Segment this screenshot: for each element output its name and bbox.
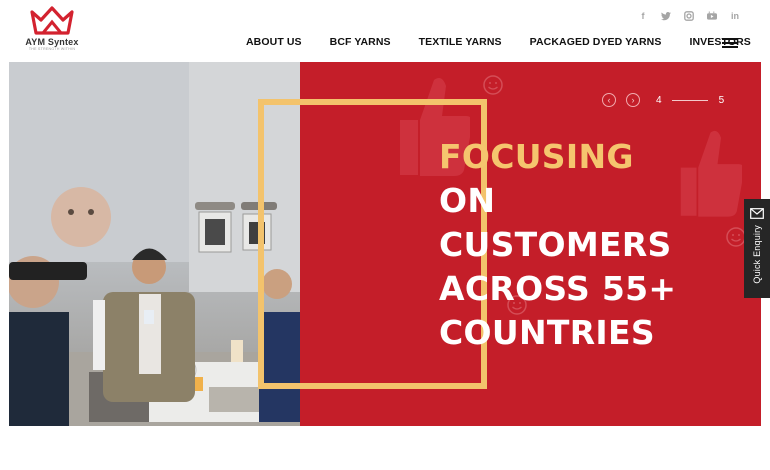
hero-headline-line-1: FOCUSING <box>439 137 634 176</box>
nav-packaged-dyed-yarns[interactable]: PACKAGED DYED YARNS <box>530 36 662 48</box>
hero-headline-line-2: ON <box>439 181 496 220</box>
hero-slider: ‹ › 4 5 FOCUSING ON CUSTOMERS ACROSS 55+… <box>9 62 761 426</box>
slider-prev-button[interactable]: ‹ <box>602 93 616 107</box>
brand-name: AYM Syntex <box>25 37 79 47</box>
brand-tagline: THE STRENGTH WITHIN <box>28 47 76 51</box>
slider-controls: ‹ › 4 5 <box>602 93 724 107</box>
nav-investors[interactable]: INVESTORS <box>689 36 750 48</box>
quick-enquiry-label: Quick Enquiry <box>752 225 762 284</box>
smiley-decor-icon <box>483 75 503 95</box>
nav-bcf-yarns[interactable]: BCF YARNS <box>330 36 391 48</box>
social-links: f in <box>638 11 740 21</box>
envelope-icon <box>750 208 764 219</box>
quick-enquiry-tab[interactable]: Quick Enquiry <box>744 199 770 298</box>
slide-progress-line <box>671 99 708 101</box>
brand-logo[interactable]: AYM Syntex THE STRENGTH WITHIN <box>24 6 80 60</box>
twitter-icon[interactable] <box>661 11 671 21</box>
nav-about-us[interactable]: ABOUT US <box>246 36 302 48</box>
slide-total-number: 5 <box>718 94 725 106</box>
youtube-icon[interactable] <box>707 11 717 21</box>
slider-next-button[interactable]: › <box>626 93 640 107</box>
crown-logo-icon <box>30 6 74 35</box>
main-nav: ABOUT US BCF YARNS TEXTILE YARNS PACKAGE… <box>246 36 751 48</box>
linkedin-icon[interactable]: in <box>730 11 740 21</box>
hero-headline-line-3: CUSTOMERS <box>439 225 672 264</box>
hero-photo <box>9 62 300 426</box>
thumbs-up-decor-icon <box>680 130 742 217</box>
hero-headline: FOCUSING ON CUSTOMERS ACROSS 55+ COUNTRI… <box>439 135 676 355</box>
hero-headline-line-5: COUNTRIES <box>439 313 655 352</box>
hamburger-menu-icon[interactable] <box>722 38 738 48</box>
nav-textile-yarns[interactable]: TEXTILE YARNS <box>419 36 502 48</box>
facebook-icon[interactable]: f <box>638 11 648 21</box>
instagram-icon[interactable] <box>684 11 694 21</box>
slide-current-number: 4 <box>656 94 662 106</box>
hero-headline-line-4: ACROSS 55+ <box>439 269 677 308</box>
